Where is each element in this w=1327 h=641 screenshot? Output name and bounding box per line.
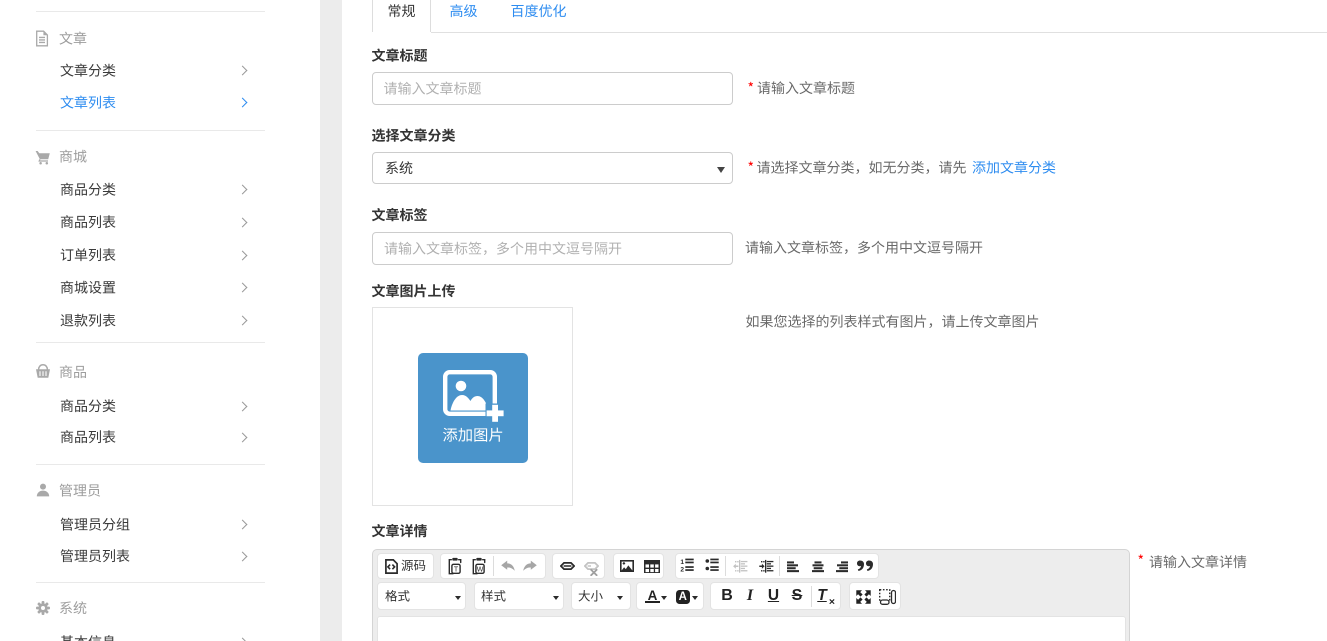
svg-text:W: W	[476, 566, 483, 573]
svg-text:T: T	[454, 566, 459, 573]
svg-text:1: 1	[680, 559, 684, 566]
svg-text:2: 2	[680, 567, 684, 572]
